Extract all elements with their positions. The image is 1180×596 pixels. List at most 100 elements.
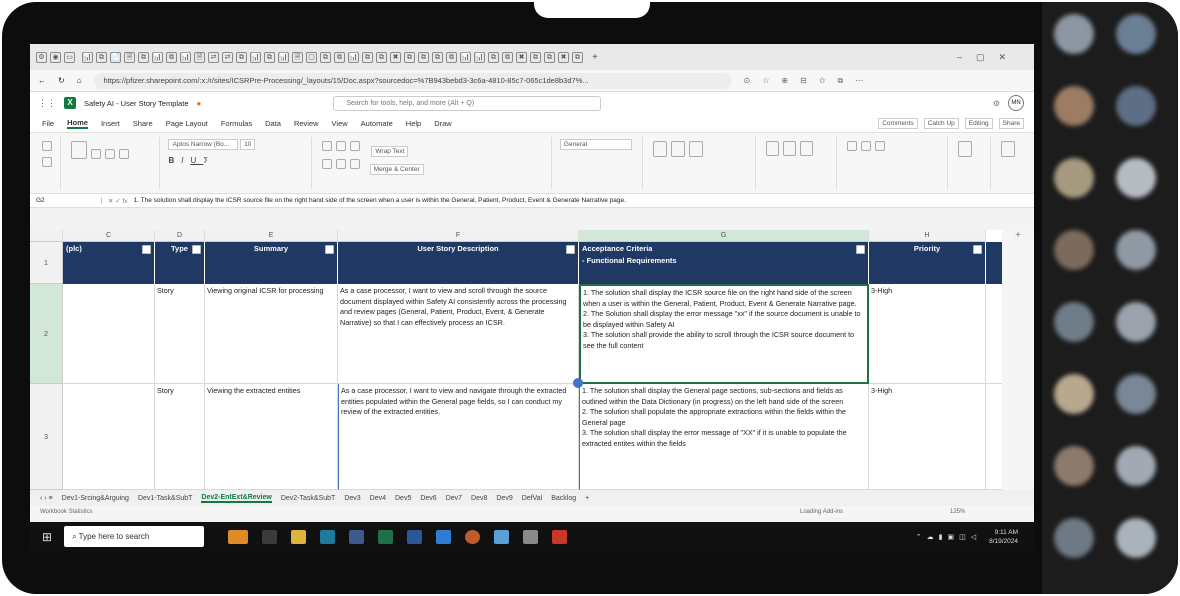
header-cell-priority[interactable]: Priority [869,242,986,284]
delete-cells-icon[interactable] [782,141,796,156]
align-middle-icon[interactable] [335,141,346,151]
browser-tab[interactable]: 📊 [82,51,93,63]
browser-tab[interactable]: ⧉ [362,51,373,63]
participant-avatar[interactable] [1054,14,1094,54]
excel-taskbar-icon[interactable] [378,529,394,544]
name-box[interactable]: G2 [30,197,102,204]
participant-avatar[interactable] [1116,158,1156,198]
sheet-nav-icon[interactable]: ‹ › ≡ [40,495,53,502]
window-controls[interactable]: –▢✕ [957,52,1020,63]
chrome-icon[interactable] [465,529,481,544]
browser-tab[interactable]: ⧉ [572,51,583,63]
align-right-icon[interactable] [349,159,360,169]
blank-cell[interactable] [986,384,1002,490]
merge-center-button[interactable]: Merge & Center [369,164,424,175]
tab-review[interactable]: Review [294,119,319,128]
refresh-icon[interactable]: ↻ [58,76,65,85]
header-cell-description[interactable]: User Story Description [338,242,579,284]
browser-tab[interactable]: 📊 [250,51,261,63]
status-left[interactable]: Workbook Statistics [40,509,93,515]
align-left-icon[interactable] [321,159,332,169]
tab-home[interactable]: Home [67,118,88,129]
browser-tab[interactable]: 🗎 [194,51,205,63]
format-painter-icon[interactable] [119,149,130,159]
align-bottom-icon[interactable] [349,141,360,151]
task-view-icon[interactable] [262,529,278,544]
font-name-select[interactable]: Aptos Narrow (Bo... [168,139,239,150]
new-tab-icon[interactable]: + [592,52,598,63]
column-header-c[interactable]: C [63,230,155,242]
table-cell[interactable] [63,284,155,384]
column-header-f[interactable]: F [338,230,579,242]
row-header-3[interactable]: 3 [30,384,63,490]
browser-tab[interactable]: ⧉ [502,51,513,63]
sheet-tab[interactable]: Dev8 [471,495,487,502]
filter-dropdown-icon[interactable] [325,245,334,254]
paste-icon[interactable] [71,141,88,159]
format-as-table-icon[interactable] [671,141,686,157]
participant-avatar[interactable] [1116,302,1156,342]
sensitivity-label-icon[interactable] [958,141,973,157]
format-cells-icon[interactable] [799,141,813,156]
sheet-tab[interactable]: Dev9 [496,495,512,502]
criteria-cell[interactable]: 1. The solution shall display the Genera… [579,384,869,490]
formula-input[interactable]: 1. The solution shall display the ICSR s… [134,197,626,204]
type-cell[interactable]: Story [155,284,205,384]
browser-tab[interactable]: ⧉ [418,51,429,63]
table-cell[interactable] [63,384,155,490]
filter-dropdown-icon[interactable] [142,245,151,254]
filter-dropdown-icon[interactable] [856,245,865,254]
font-style-buttons[interactable]: BIUⵢ [168,156,306,165]
find-select-icon[interactable] [875,141,886,151]
add-icon[interactable]: + [1002,230,1034,250]
participant-avatar[interactable] [1116,518,1156,558]
participant-avatar[interactable] [1116,446,1156,486]
sheet-tab[interactable]: Dev1-Srcing&Arguing [62,495,129,502]
browser-tab[interactable]: ⧉ [530,51,541,63]
header-cell-summary[interactable]: Summary [205,242,338,284]
tab-insert[interactable]: Insert [101,119,120,128]
word-icon[interactable] [436,529,452,544]
browser-tab[interactable]: 🗎 [292,51,303,63]
priority-cell[interactable]: 3-High [869,284,986,384]
sheet-tab[interactable]: Dev4 [370,495,386,502]
row-header-1[interactable]: 1 [30,242,63,284]
browser-tab[interactable]: ✖ [390,51,401,63]
share-button[interactable]: Share [998,117,1024,129]
type-cell[interactable]: Story [155,384,205,490]
browser-toolbar-icons[interactable]: ⊙☆⊕⊟✩⧉⋯ [744,76,876,86]
participant-avatar[interactable] [1054,374,1094,414]
tab-share[interactable]: Share [133,119,153,128]
filter-dropdown-icon[interactable] [566,245,575,254]
header-cell-criteria[interactable]: Acceptance Criteria - Functional Requirem… [579,242,869,284]
browser-tab[interactable]: ⧉ [446,51,457,63]
system-tray-icons[interactable]: ⌃☁▮▣◫◁ [916,533,981,541]
tab-view[interactable]: View [332,119,348,128]
search-input[interactable]: Search for tools, help, and more (Alt + … [333,95,602,111]
browser-tab[interactable]: 📄 [110,51,121,63]
editing-button[interactable]: Editing [964,117,993,129]
blank-cell[interactable] [986,284,1002,384]
sheet-tab[interactable]: Dev3 [344,495,360,502]
sheet-tab[interactable]: Dev2-EntExt&Review [201,494,272,503]
file-explorer-icon[interactable] [291,529,307,544]
vertical-scrollbar[interactable]: + [1002,230,1034,490]
window-icon[interactable]: ⚙ [36,51,47,63]
zoom-level[interactable]: 125% [950,506,965,518]
align-top-icon[interactable] [321,141,332,151]
browser-tab[interactable]: ⧉ [488,51,499,63]
browser-tab[interactable]: 📊 [348,51,359,63]
tab-data[interactable]: Data [265,119,281,128]
font-size-select[interactable]: 10 [240,139,256,150]
teams-icon[interactable] [349,529,365,544]
participant-avatar[interactable] [1054,158,1094,198]
browser-tab[interactable]: ⇄ [208,51,219,63]
sheet-tab[interactable]: Dev1-Task&SubT [138,495,192,502]
sheet-tab[interactable]: DefVal [522,495,543,502]
browser-tab[interactable]: 📊 [278,51,289,63]
tab-draw[interactable]: Draw [434,119,452,128]
participant-avatar[interactable] [1054,518,1094,558]
header-cell-c[interactable]: (plc) [63,242,155,284]
browser-tab[interactable]: ⧉ [96,51,107,63]
browser-tab[interactable]: ⧉ [320,51,331,63]
